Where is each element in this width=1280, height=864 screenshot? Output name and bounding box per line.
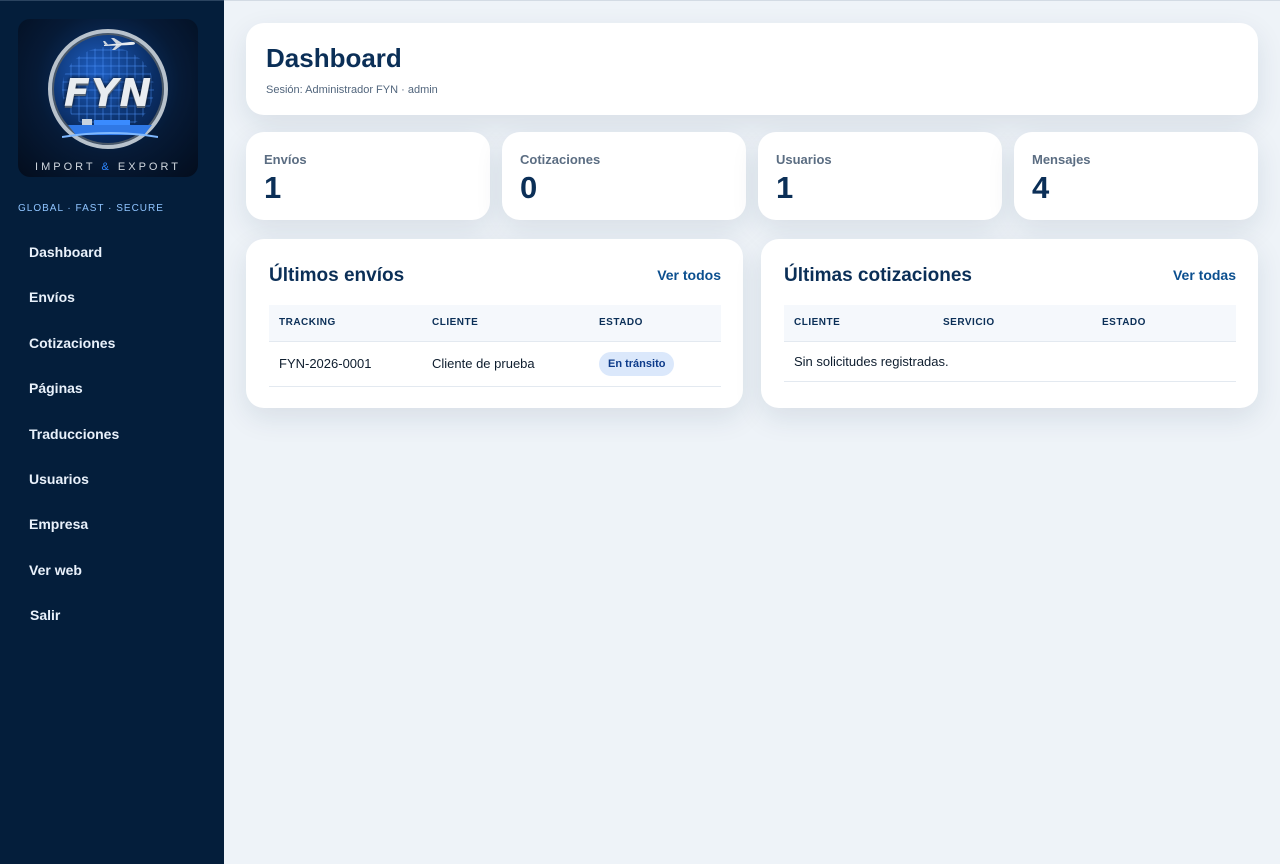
- stat-card-cotizaciones: Cotizaciones 0: [502, 132, 746, 220]
- stat-value: 4: [1032, 170, 1050, 205]
- sidebar-nav: Dashboard Envíos Cotizaciones Páginas Tr…: [0, 230, 224, 639]
- logo-tagline-right: EXPORT: [117, 161, 181, 173]
- stat-label: Cotizaciones: [520, 152, 601, 167]
- stat-value: 1: [264, 170, 282, 205]
- logo-tagline: IMPORT & EXPORT: [18, 161, 198, 173]
- panel-title: Últimos envíos: [269, 265, 405, 286]
- column-header-tracking[interactable]: TRACKING: [269, 305, 422, 342]
- stat-value: 1: [776, 170, 794, 205]
- table-row: Sin solicitudes registradas.: [784, 341, 1236, 382]
- panel-title: Últimas cotizaciones: [784, 265, 972, 286]
- airplane-icon: [103, 38, 135, 50]
- sidebar-item-cotizaciones[interactable]: Cotizaciones: [0, 321, 224, 366]
- sidebar-item-salir[interactable]: Salir: [0, 593, 224, 638]
- page-header: Dashboard Sesión: Administrador FYN · ad…: [246, 23, 1258, 115]
- logo-letters: FYN: [63, 71, 153, 115]
- page-title: Dashboard: [266, 43, 402, 73]
- sidebar-item-usuarios[interactable]: Usuarios: [0, 457, 224, 502]
- main-content: Dashboard Sesión: Administrador FYN · ad…: [224, 0, 1280, 864]
- sidebar-item-ver-web[interactable]: Ver web: [0, 548, 224, 593]
- sidebar-item-dashboard[interactable]: Dashboard: [0, 230, 224, 275]
- company-logo[interactable]: FYN IMPORT & EXPORT: [18, 19, 198, 177]
- recent-shipments-panel: Últimos envíos Ver todos TRACKING CLIENT…: [246, 239, 743, 408]
- stat-label: Mensajes: [1032, 152, 1091, 167]
- empty-state-message: Sin solicitudes registradas.: [784, 341, 1236, 382]
- stat-card-mensajes: Mensajes 4: [1014, 132, 1258, 220]
- table-row[interactable]: FYN-2026-0001 Cliente de prueba En tráns…: [269, 341, 721, 387]
- stat-card-envios: Envíos 1: [246, 132, 490, 220]
- shipments-table: TRACKING CLIENTE ESTADO FYN-2026-0001 Cl…: [269, 305, 721, 387]
- quotes-table: CLIENTE SERVICIO ESTADO Sin solicitudes …: [784, 305, 1236, 382]
- column-header-cliente[interactable]: CLIENTE: [784, 305, 933, 342]
- column-header-estado[interactable]: ESTADO: [1092, 305, 1236, 342]
- logo-tagline-amp: &: [101, 161, 112, 173]
- table-header-row: CLIENTE SERVICIO ESTADO: [784, 305, 1236, 342]
- stat-value: 0: [520, 170, 538, 205]
- stat-card-usuarios: Usuarios 1: [758, 132, 1002, 220]
- sidebar-item-empresa[interactable]: Empresa: [0, 502, 224, 547]
- sidebar-item-traducciones[interactable]: Traducciones: [0, 412, 224, 457]
- column-header-estado[interactable]: ESTADO: [589, 305, 721, 342]
- client-cell: Cliente de prueba: [422, 341, 589, 387]
- brand-motto: GLOBAL · FAST · SECURE: [18, 203, 164, 214]
- status-cell: En tránsito: [589, 341, 721, 387]
- session-info: Sesión: Administrador FYN · admin: [266, 84, 438, 96]
- column-header-servicio[interactable]: SERVICIO: [933, 305, 1092, 342]
- recent-quotes-panel: Últimas cotizaciones Ver todas CLIENTE S…: [761, 239, 1258, 408]
- tracking-cell: FYN-2026-0001: [269, 341, 422, 387]
- sidebar-item-envios[interactable]: Envíos: [0, 275, 224, 320]
- status-badge: En tránsito: [599, 351, 675, 376]
- view-all-quotes-link[interactable]: Ver todas: [1173, 267, 1236, 283]
- view-all-shipments-link[interactable]: Ver todos: [657, 267, 721, 283]
- logo-tagline-left: IMPORT: [35, 161, 96, 173]
- sidebar: FYN IMPORT & EXPORT GLOBAL · FAST · SECU…: [0, 0, 224, 864]
- stat-label: Envíos: [264, 152, 307, 167]
- column-header-cliente[interactable]: CLIENTE: [422, 305, 589, 342]
- sidebar-item-paginas[interactable]: Páginas: [0, 366, 224, 411]
- table-header-row: TRACKING CLIENTE ESTADO: [269, 305, 721, 342]
- stat-label: Usuarios: [776, 152, 832, 167]
- ship-icon: [62, 119, 158, 138]
